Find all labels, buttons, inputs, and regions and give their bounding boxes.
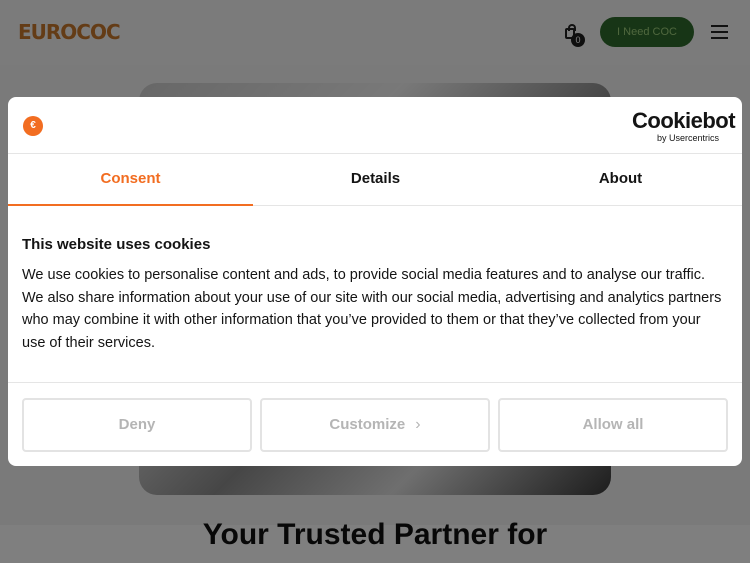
cookie-consent-dialog: € Cookiebot by Usercentrics Consent Deta…	[8, 97, 742, 466]
deny-button[interactable]: Deny	[22, 398, 252, 452]
dialog-description: We use cookies to personalise content an…	[22, 267, 722, 351]
tab-consent[interactable]: Consent	[8, 154, 253, 206]
cookiebot-logo[interactable]: Cookiebot by Usercentrics	[632, 108, 736, 144]
tab-about[interactable]: About	[498, 154, 743, 206]
dialog-body: This website uses cookies We use cookies…	[22, 235, 726, 354]
dialog-title: This website uses cookies	[22, 236, 211, 253]
divider	[8, 382, 742, 383]
cookiebot-name: Cookiebot	[632, 108, 736, 133]
site-brand-icon: €	[23, 116, 43, 136]
tab-details[interactable]: Details	[253, 154, 498, 206]
customize-button[interactable]: Customize ›	[260, 398, 490, 452]
cookiebot-subtitle: by Usercentrics	[657, 133, 720, 143]
allow-all-button[interactable]: Allow all	[498, 398, 728, 452]
dialog-header: € Cookiebot by Usercentrics	[8, 97, 742, 154]
chevron-right-icon: ›	[415, 416, 421, 433]
customize-label: Customize	[329, 416, 406, 433]
consent-tabs: Consent Details About	[8, 154, 742, 206]
